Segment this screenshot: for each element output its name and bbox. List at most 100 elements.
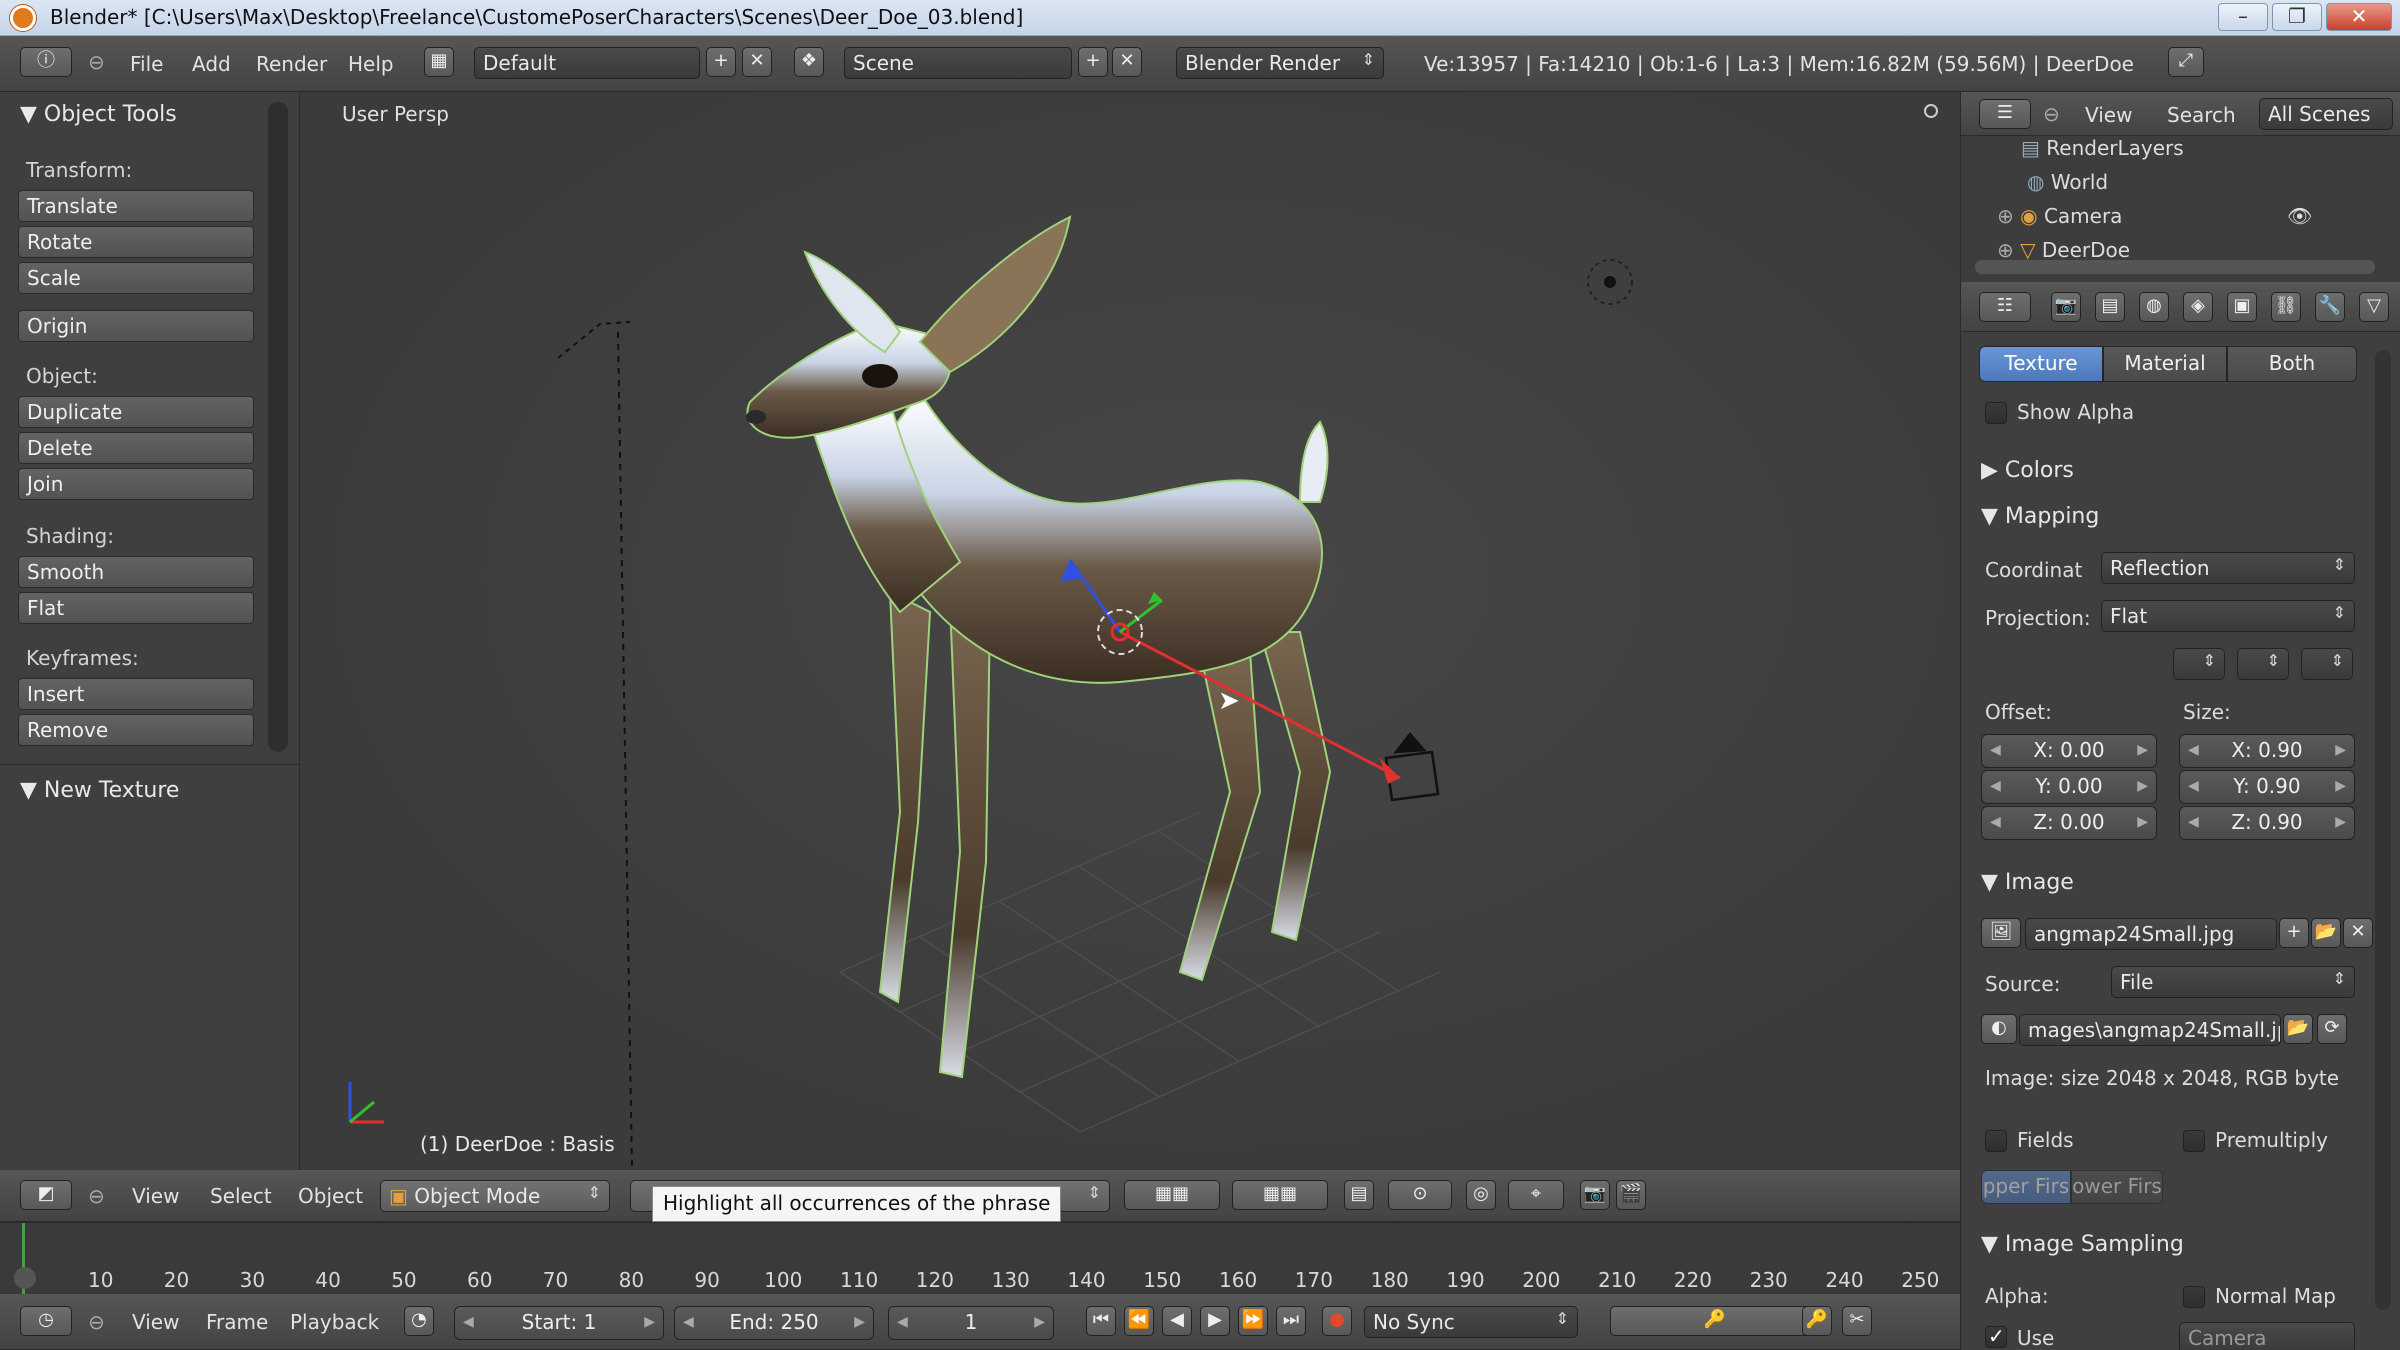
normal-map-checkbox[interactable]	[2183, 1286, 2205, 1308]
collapse-menu-icon[interactable]: ⊖	[2043, 102, 2060, 126]
outliner-item-world[interactable]: ◍ World	[2027, 170, 2108, 194]
timeline-menu-playback[interactable]: Playback	[290, 1310, 379, 1334]
viewport-menu-select[interactable]: Select	[210, 1184, 272, 1208]
scene-tab-icon[interactable]: ◍	[2139, 292, 2169, 322]
viewport-menu-object[interactable]: Object	[298, 1184, 363, 1208]
mode-dropdown[interactable]: ▣ Object Mode ⇕	[380, 1180, 610, 1212]
open-image-icon[interactable]: 📂	[2311, 918, 2341, 948]
editor-type-outliner-icon[interactable]: ☰	[1979, 99, 2031, 129]
editor-type-3d-icon[interactable]: ◩	[20, 1180, 72, 1210]
image-name-field[interactable]: angmap24Small.jpg	[2025, 918, 2277, 950]
snap-icon[interactable]: ⌖	[1508, 1180, 1564, 1210]
local-view-icon[interactable]: ▤	[1344, 1180, 1374, 1210]
next-keyframe-icon[interactable]: ⏩	[1238, 1306, 1268, 1336]
fullscreen-icon[interactable]: ⤢	[2168, 47, 2204, 77]
new-texture-panel-header[interactable]: ▼ New Texture	[0, 778, 270, 814]
smooth-button[interactable]: Smooth	[18, 556, 254, 588]
rotate-button[interactable]: Rotate	[18, 226, 254, 258]
object-tab-icon[interactable]: ▣	[2227, 292, 2257, 322]
layout-dropdown[interactable]: Default	[474, 47, 700, 79]
normal-space-dropdown[interactable]: Camera	[2179, 1322, 2355, 1350]
offset-z-field[interactable]: ◀ Z: 0.00 ▶	[1981, 806, 2157, 840]
timeline-menu-frame[interactable]: Frame	[206, 1310, 268, 1334]
toolshelf-scrollbar[interactable]	[268, 102, 288, 752]
properties-scrollbar[interactable]	[2375, 350, 2391, 1310]
translate-button[interactable]: Translate	[18, 190, 254, 222]
preview-range-icon[interactable]: ◔	[404, 1306, 434, 1336]
remove-layout-icon[interactable]: ✕	[742, 47, 772, 77]
play-icon[interactable]: ▶	[1200, 1306, 1230, 1336]
mapping-z-dropdown[interactable]: ⇕	[2301, 648, 2353, 680]
outliner-menu-view[interactable]: View	[2085, 103, 2132, 127]
show-alpha-checkbox[interactable]	[1985, 402, 2007, 424]
mapping-y-dropdown[interactable]: ⇕	[2237, 648, 2289, 680]
offset-x-field[interactable]: ◀ X: 0.00 ▶	[1981, 734, 2157, 768]
timeline-scroll-handle[interactable]	[14, 1267, 36, 1289]
display-mode-dropdown[interactable]: All Scenes	[2259, 98, 2393, 130]
maximize-button[interactable]: ❐	[2272, 3, 2322, 31]
unlink-image-icon[interactable]: ✕	[2343, 918, 2373, 948]
layers-grid-a-icon[interactable]: ▦▦	[1124, 1180, 1220, 1210]
start-frame-field[interactable]: ◀ Start: 1 ▶	[454, 1306, 664, 1340]
object-tools-panel-header[interactable]: ▼ Object Tools	[0, 102, 270, 138]
menu-render[interactable]: Render	[256, 52, 327, 76]
prev-keyframe-icon[interactable]: ⏪	[1124, 1306, 1154, 1336]
outliner-item-deerdoe[interactable]: ⊕ ▽ DeerDoe	[1997, 238, 2130, 260]
jump-end-icon[interactable]: ⏭	[1276, 1306, 1306, 1336]
collapse-menu-icon[interactable]: ⊖	[88, 50, 105, 74]
remove-keyframe-button[interactable]: Remove	[18, 714, 254, 746]
editor-type-info-icon[interactable]: ⓘ	[20, 47, 72, 77]
reload-image-icon[interactable]: ⟳	[2317, 1014, 2347, 1044]
insert-keyframe-button[interactable]: Insert	[18, 678, 254, 710]
delete-keyframe-icon[interactable]: ✂	[1842, 1306, 1872, 1336]
collapse-menu-icon[interactable]: ⊖	[88, 1310, 105, 1334]
current-frame-field[interactable]: ◀ 1 ▶	[888, 1306, 1054, 1340]
insert-keyframe-icon[interactable]: 🔑	[1802, 1306, 1832, 1336]
image-browse-icon[interactable]: 🖼	[1981, 918, 2021, 948]
projection-dropdown[interactable]: Flat ⇕	[2101, 600, 2355, 632]
outliner-item-camera[interactable]: ⊕ ◉ Camera	[1997, 204, 2122, 228]
jump-start-icon[interactable]: ⏮	[1086, 1306, 1116, 1336]
menu-help[interactable]: Help	[348, 52, 394, 76]
source-dropdown[interactable]: File ⇕	[2111, 966, 2355, 998]
upper-first-button[interactable]: pper Firs	[1981, 1170, 2071, 1204]
viewport-menu-view[interactable]: View	[132, 1184, 179, 1208]
fields-checkbox[interactable]	[1985, 1130, 2007, 1152]
render-tab-icon[interactable]: 📷	[2051, 292, 2081, 322]
timeline-menu-view[interactable]: View	[132, 1310, 179, 1334]
world-tab-icon[interactable]: ◈	[2183, 292, 2213, 322]
render-still-icon[interactable]: 📷	[1580, 1180, 1610, 1210]
origin-button[interactable]: Origin	[18, 310, 254, 342]
editor-type-timeline-icon[interactable]: ◷	[20, 1306, 72, 1336]
scale-button[interactable]: Scale	[18, 262, 254, 294]
mapping-x-dropdown[interactable]: ⇕	[2173, 648, 2225, 680]
use-alpha-checkbox[interactable]	[1985, 1324, 2007, 1348]
mapping-panel-header[interactable]: ▼ Mapping	[1981, 504, 2099, 529]
duplicate-button[interactable]: Duplicate	[18, 396, 254, 428]
close-button[interactable]: ✕	[2326, 3, 2392, 31]
play-reverse-icon[interactable]: ◀	[1162, 1306, 1192, 1336]
lower-first-button[interactable]: ower Firs	[2071, 1170, 2163, 1204]
image-sampling-panel-header[interactable]: ▼ Image Sampling	[1981, 1232, 2184, 1257]
scene-dropdown[interactable]: Scene	[844, 47, 1072, 79]
keying-set-field[interactable]: 🔑	[1610, 1306, 1820, 1336]
outliner-menu-search[interactable]: Search	[2167, 103, 2236, 127]
add-scene-icon[interactable]: +	[1078, 47, 1108, 77]
delete-button[interactable]: Delete	[18, 432, 254, 464]
outliner-item-renderlayers[interactable]: ▤ RenderLayers	[2021, 136, 2184, 160]
join-button[interactable]: Join	[18, 468, 254, 500]
tab-texture[interactable]: Texture	[1979, 346, 2103, 382]
filepath-icon[interactable]: ◐	[1981, 1014, 2017, 1044]
timeline[interactable]: 10 20 30 40 50 60 70 80 90 100 110 120 130 140 150 160 1…	[0, 1222, 1960, 1295]
editor-type-properties-icon[interactable]: ☷	[1979, 292, 2031, 322]
coordinate-dropdown[interactable]: Reflection ⇕	[2101, 552, 2355, 584]
data-tab-icon[interactable]: ▽	[2359, 292, 2389, 322]
menu-add[interactable]: Add	[192, 52, 231, 76]
remove-scene-icon[interactable]: ✕	[1112, 47, 1142, 77]
collapse-menu-icon[interactable]: ⊖	[88, 1184, 105, 1208]
pivot-point-icon[interactable]: ⊙	[1388, 1180, 1452, 1210]
outliner-horizontal-scrollbar[interactable]	[1975, 260, 2375, 274]
minimize-button[interactable]: –	[2218, 3, 2268, 31]
size-x-field[interactable]: ◀ X: 0.90 ▶	[2179, 734, 2355, 768]
tab-material[interactable]: Material	[2103, 346, 2227, 382]
